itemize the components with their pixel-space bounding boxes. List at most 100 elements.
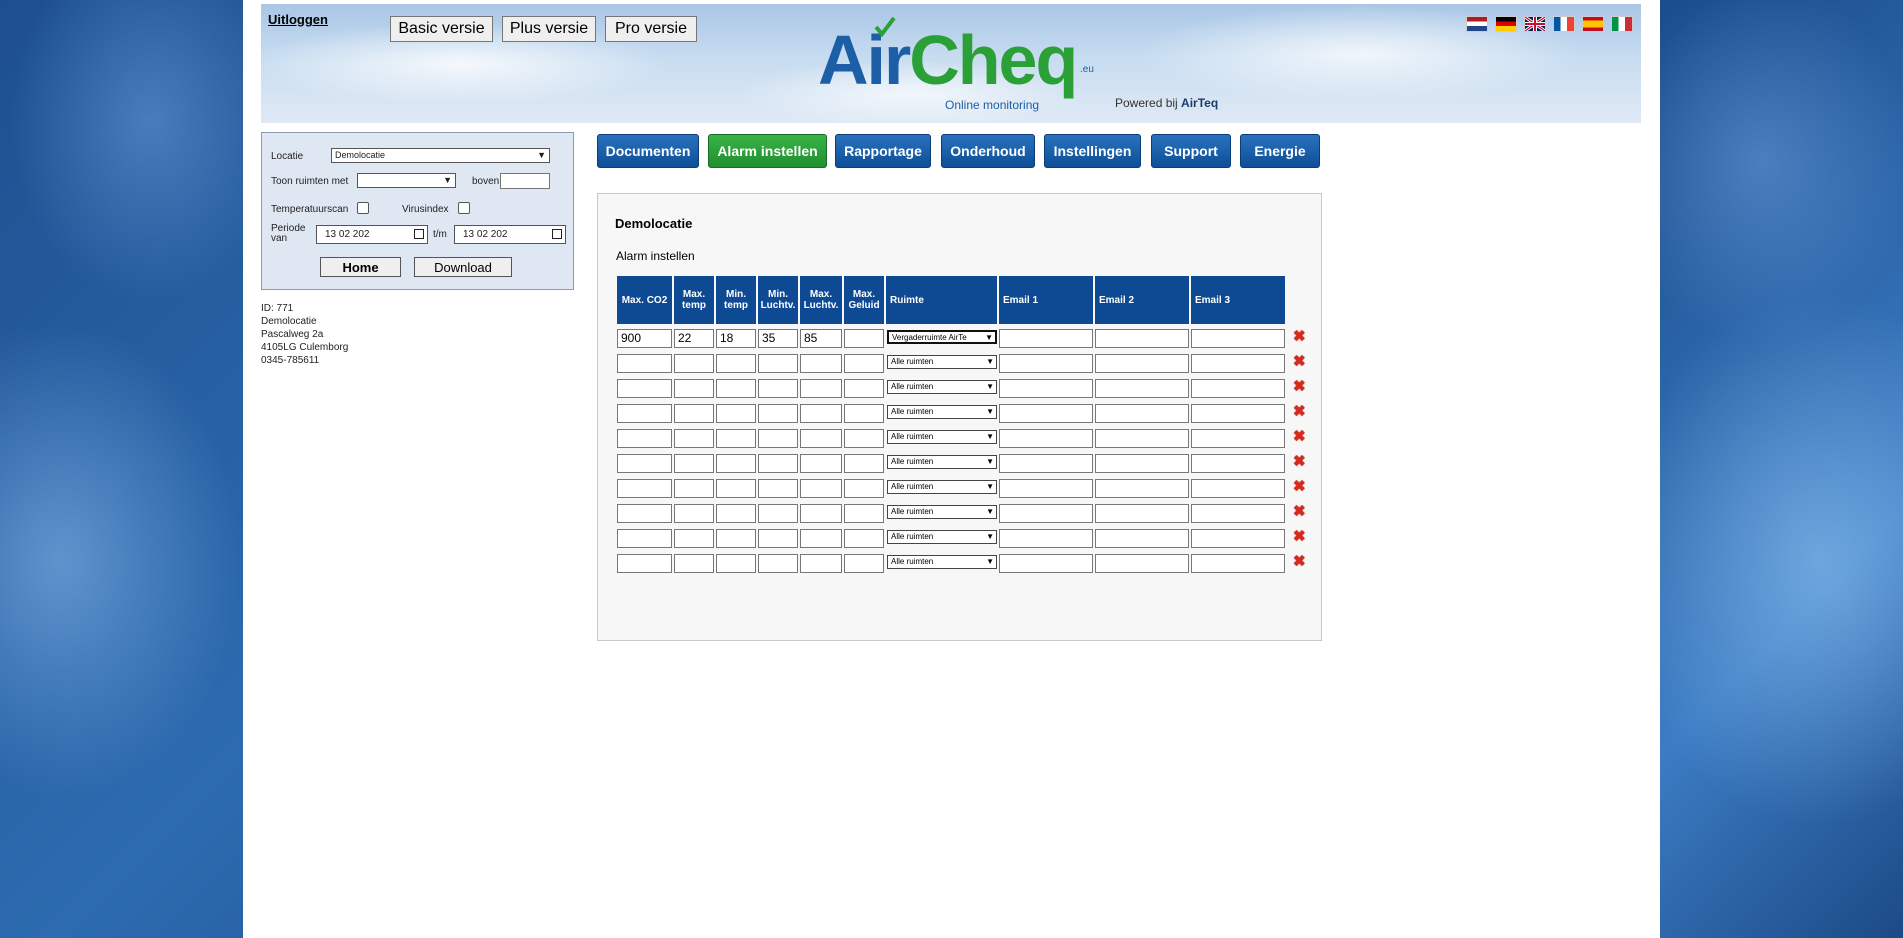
- max-co2-input[interactable]: [617, 478, 672, 498]
- delete-icon[interactable]: ✖: [1287, 453, 1306, 470]
- min-temp-input[interactable]: [716, 378, 756, 398]
- min-temp-input[interactable]: [716, 428, 756, 448]
- email-3-input[interactable]: [1191, 428, 1285, 448]
- ruimte-select[interactable]: Alle ruimten ▼: [887, 379, 997, 394]
- email-3-input[interactable]: [1191, 478, 1285, 498]
- email-2-input[interactable]: [1095, 478, 1189, 498]
- min-temp-input[interactable]: [716, 503, 756, 523]
- locatie-select[interactable]: Demolocatie ▼: [331, 148, 550, 163]
- delete-icon[interactable]: ✖: [1287, 403, 1306, 420]
- min-temp-input[interactable]: [716, 403, 756, 423]
- email-3-input[interactable]: [1191, 403, 1285, 423]
- toon-ruimten-select[interactable]: ▼: [357, 173, 456, 188]
- flag-de-icon[interactable]: [1495, 16, 1517, 32]
- min-luchtv-input[interactable]: [758, 503, 798, 523]
- delete-icon[interactable]: ✖: [1287, 328, 1306, 345]
- max-geluid-input[interactable]: [844, 428, 884, 448]
- max-temp-input[interactable]: [674, 553, 714, 573]
- max-luchtv-input[interactable]: [800, 453, 842, 473]
- email-2-input[interactable]: [1095, 328, 1189, 348]
- min-luchtv-input[interactable]: [758, 478, 798, 498]
- download-button[interactable]: Download: [414, 257, 512, 277]
- ruimte-select[interactable]: Alle ruimten ▼: [887, 404, 997, 419]
- email-1-input[interactable]: [999, 478, 1093, 498]
- calendar-icon[interactable]: [414, 229, 424, 239]
- ruimte-select[interactable]: Vergaderruimte AirTe ▼: [887, 329, 997, 344]
- flag-gb-icon[interactable]: [1524, 16, 1546, 32]
- email-1-input[interactable]: [999, 328, 1093, 348]
- max-temp-input[interactable]: [674, 453, 714, 473]
- email-1-input[interactable]: [999, 453, 1093, 473]
- delete-icon[interactable]: ✖: [1287, 553, 1306, 570]
- min-luchtv-input[interactable]: 35: [758, 328, 798, 348]
- email-2-input[interactable]: [1095, 378, 1189, 398]
- basic-version-button[interactable]: Basic versie: [390, 16, 493, 42]
- ruimte-select[interactable]: Alle ruimten ▼: [887, 354, 997, 369]
- email-3-input[interactable]: [1191, 353, 1285, 373]
- max-luchtv-input[interactable]: [800, 403, 842, 423]
- max-temp-input[interactable]: [674, 503, 714, 523]
- email-1-input[interactable]: [999, 403, 1093, 423]
- max-luchtv-input[interactable]: 85: [800, 328, 842, 348]
- delete-icon[interactable]: ✖: [1287, 353, 1306, 370]
- nav-energie[interactable]: Energie: [1240, 134, 1320, 168]
- email-2-input[interactable]: [1095, 353, 1189, 373]
- max-geluid-input[interactable]: [844, 528, 884, 548]
- logout-link[interactable]: Uitloggen: [268, 12, 328, 27]
- delete-icon[interactable]: ✖: [1287, 478, 1306, 495]
- max-luchtv-input[interactable]: [800, 478, 842, 498]
- email-2-input[interactable]: [1095, 553, 1189, 573]
- nav-documenten[interactable]: Documenten: [597, 134, 699, 168]
- max-temp-input[interactable]: [674, 528, 714, 548]
- calendar-icon[interactable]: [552, 229, 562, 239]
- max-geluid-input[interactable]: [844, 453, 884, 473]
- periode-from-input[interactable]: 13 02 202: [316, 225, 428, 244]
- virusindex-checkbox[interactable]: [458, 202, 470, 214]
- email-2-input[interactable]: [1095, 453, 1189, 473]
- flag-fr-icon[interactable]: [1553, 16, 1575, 32]
- ruimte-select[interactable]: Alle ruimten ▼: [887, 454, 997, 469]
- email-3-input[interactable]: [1191, 453, 1285, 473]
- max-luchtv-input[interactable]: [800, 378, 842, 398]
- periode-to-input[interactable]: 13 02 202: [454, 225, 566, 244]
- email-3-input[interactable]: [1191, 328, 1285, 348]
- delete-icon[interactable]: ✖: [1287, 378, 1306, 395]
- min-luchtv-input[interactable]: [758, 528, 798, 548]
- max-geluid-input[interactable]: [844, 378, 884, 398]
- flag-nl-icon[interactable]: [1466, 16, 1488, 32]
- min-temp-input[interactable]: [716, 353, 756, 373]
- email-1-input[interactable]: [999, 428, 1093, 448]
- min-luchtv-input[interactable]: [758, 428, 798, 448]
- nav-rapportage[interactable]: Rapportage: [835, 134, 931, 168]
- email-2-input[interactable]: [1095, 528, 1189, 548]
- max-geluid-input[interactable]: [844, 353, 884, 373]
- email-1-input[interactable]: [999, 378, 1093, 398]
- max-geluid-input[interactable]: [844, 503, 884, 523]
- delete-icon[interactable]: ✖: [1287, 503, 1306, 520]
- min-temp-input[interactable]: [716, 453, 756, 473]
- nav-instellingen[interactable]: Instellingen: [1044, 134, 1141, 168]
- ruimte-select[interactable]: Alle ruimten ▼: [887, 479, 997, 494]
- max-temp-input[interactable]: [674, 428, 714, 448]
- email-3-input[interactable]: [1191, 553, 1285, 573]
- ruimte-select[interactable]: Alle ruimten ▼: [887, 429, 997, 444]
- max-co2-input[interactable]: [617, 503, 672, 523]
- max-co2-input[interactable]: [617, 353, 672, 373]
- email-2-input[interactable]: [1095, 428, 1189, 448]
- max-co2-input[interactable]: [617, 453, 672, 473]
- delete-icon[interactable]: ✖: [1287, 428, 1306, 445]
- flag-es-icon[interactable]: [1582, 16, 1604, 32]
- ruimte-select[interactable]: Alle ruimten ▼: [887, 504, 997, 519]
- max-co2-input[interactable]: [617, 403, 672, 423]
- boven-input[interactable]: [500, 173, 550, 189]
- max-luchtv-input[interactable]: [800, 528, 842, 548]
- email-2-input[interactable]: [1095, 403, 1189, 423]
- email-3-input[interactable]: [1191, 503, 1285, 523]
- nav-onderhoud[interactable]: Onderhoud: [941, 134, 1035, 168]
- min-luchtv-input[interactable]: [758, 553, 798, 573]
- email-1-input[interactable]: [999, 353, 1093, 373]
- max-geluid-input[interactable]: [844, 553, 884, 573]
- max-temp-input[interactable]: [674, 353, 714, 373]
- max-geluid-input[interactable]: [844, 403, 884, 423]
- ruimte-select[interactable]: Alle ruimten ▼: [887, 554, 997, 569]
